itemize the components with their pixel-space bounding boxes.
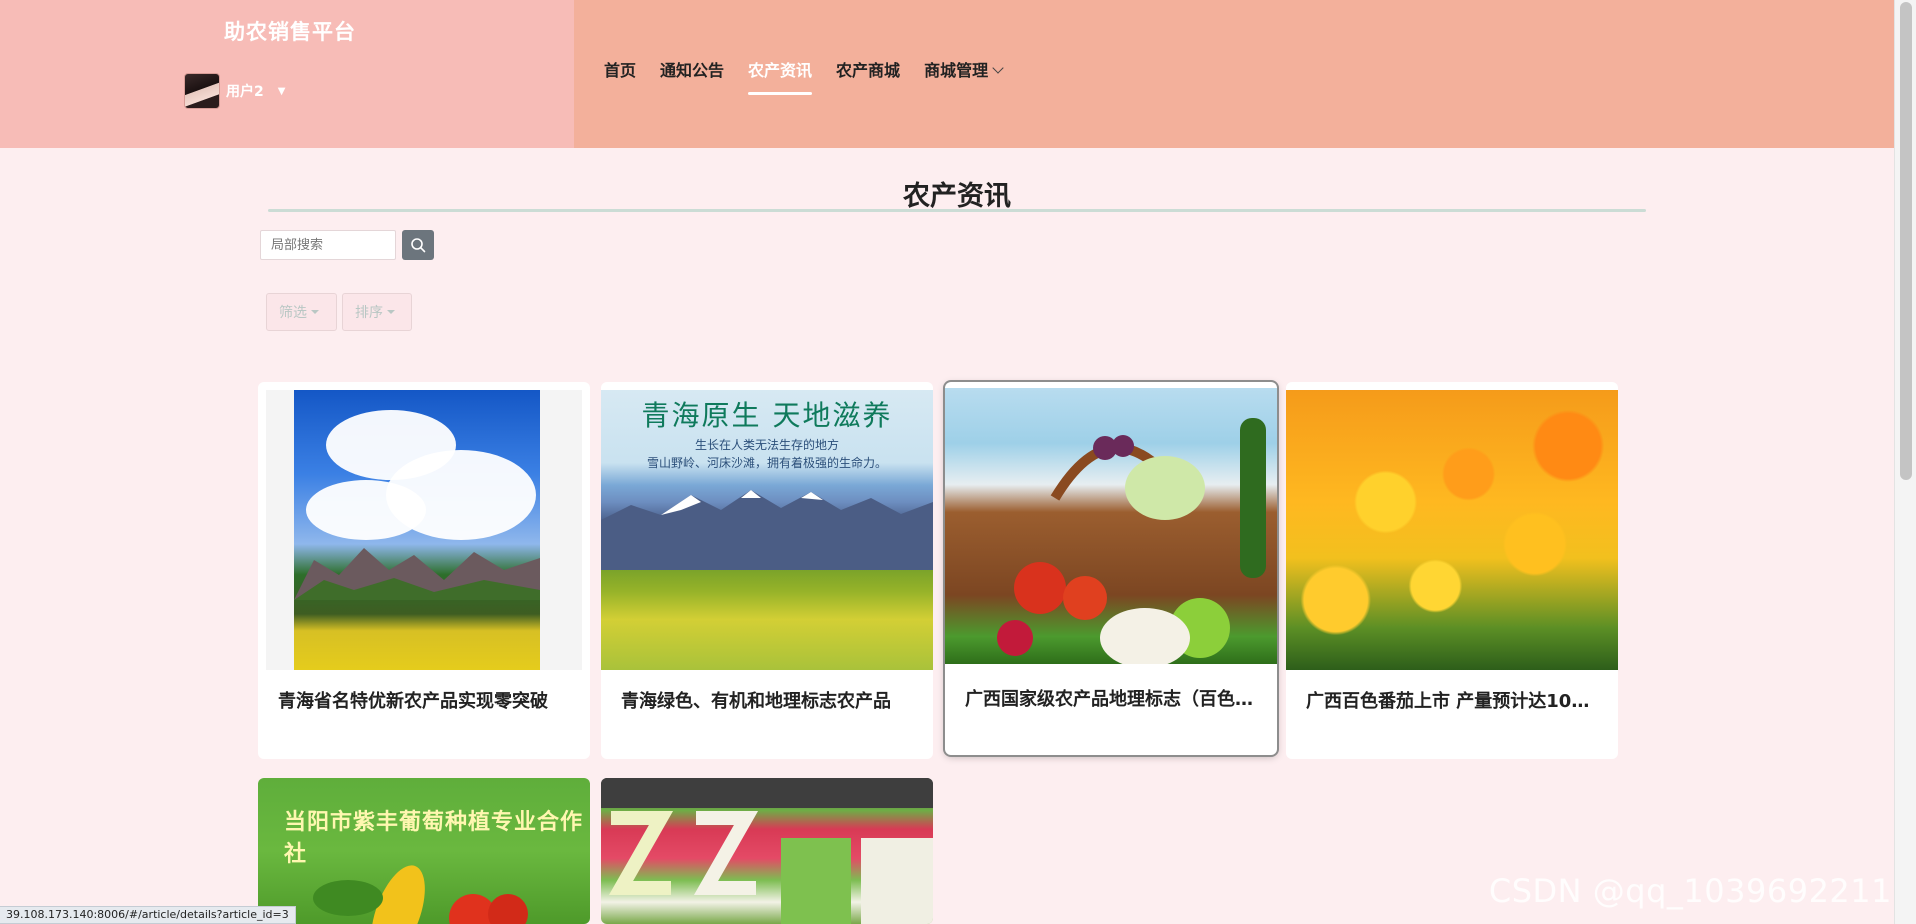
nav-farm-news-label: 农产资讯 <box>748 61 813 80</box>
nav-farm-news[interactable]: 农产资讯 <box>736 58 824 98</box>
avatar[interactable] <box>184 73 220 109</box>
search-icon <box>411 238 426 253</box>
sky-landscape-image <box>266 390 582 670</box>
site-brand[interactable]: 助农销售平台 <box>224 16 356 46</box>
news-card[interactable]: 广西百色番茄上市 产量预计达10万吨 <box>1286 382 1618 759</box>
nav-notices-label: 通知公告 <box>660 61 725 80</box>
nav-notices[interactable]: 通知公告 <box>648 58 736 98</box>
news-card-image: 当阳市紫丰葡萄种植专业合作社 <box>258 778 590 924</box>
news-card-title[interactable]: 广西百色番茄上市 产量预计达10万吨 <box>1306 687 1598 713</box>
title-divider <box>268 209 1646 212</box>
mountain-shape <box>294 548 540 600</box>
nav-farm-mall-label: 农产商城 <box>836 61 901 80</box>
user-name[interactable]: 用户2 <box>226 81 264 101</box>
news-card[interactable]: 当阳市紫丰葡萄种植专业合作社 <box>258 778 590 924</box>
qinghai-subline-1: 生长在人类无法生存的地方 <box>694 438 839 452</box>
news-card[interactable]: 青海原生 天地滋养 生长在人类无法生存的地方 雪山野岭、河床沙滩，拥有着极强的生… <box>601 382 933 759</box>
news-card-hovered[interactable]: 广西国家级农产品地理标志（百色芒果） <box>945 382 1277 755</box>
user-menu[interactable]: 用户2 ▼ <box>184 72 285 110</box>
page-scrollbar[interactable] <box>1894 0 1916 924</box>
nav-farm-mall[interactable]: 农产商城 <box>824 58 912 98</box>
news-card-title[interactable]: 广西国家级农产品地理标志（百色芒果） <box>965 685 1257 711</box>
news-card-title[interactable]: 青海绿色、有机和地理标志农产品 <box>621 687 913 713</box>
nav-mall-management[interactable]: 商城管理 <box>912 58 1014 98</box>
search-button[interactable] <box>402 230 434 260</box>
header-brand-area: 助农销售平台 用户2 ▼ <box>0 0 574 148</box>
chevron-down-icon <box>992 62 1004 74</box>
caret-down-icon <box>311 310 319 314</box>
nav-mall-management-label: 商城管理 <box>924 61 989 80</box>
news-card-image: 青海原生 天地滋养 生长在人类无法生存的地方 雪山野岭、河床沙滩，拥有着极强的生… <box>601 390 933 670</box>
caret-down-icon <box>387 310 395 314</box>
fruit-display-image <box>1286 390 1618 670</box>
sort-label: 排序 <box>355 305 383 321</box>
watermark: CSDN @qq_1039692211 <box>1488 872 1892 910</box>
news-card[interactable] <box>601 778 933 924</box>
filter-label: 筛选 <box>279 305 307 321</box>
news-card-image <box>258 390 590 670</box>
sort-dropdown[interactable]: 排序 <box>342 293 412 331</box>
browser-status-url: 39.108.173.140:8006/#/article/details?ar… <box>0 906 296 924</box>
nav-home[interactable]: 首页 <box>592 58 648 98</box>
page-title: 农产资讯 <box>903 181 1011 212</box>
nav-home-label: 首页 <box>604 61 637 80</box>
header-nav-area: 首页 通知公告 农产资讯 农产商城 商城管理 <box>574 0 1916 148</box>
vegetable-shape <box>313 865 528 924</box>
news-card-title[interactable]: 青海省名特优新农产品实现零突破 <box>278 687 570 713</box>
news-card-image <box>601 778 933 924</box>
filter-dropdown[interactable]: 筛选 <box>266 293 337 331</box>
scrollbar-thumb[interactable] <box>1900 2 1912 480</box>
news-card-image <box>945 388 1277 664</box>
basket-shape <box>997 418 1266 664</box>
search-input[interactable] <box>260 230 396 260</box>
mountain-shape <box>601 490 933 570</box>
top-header: 助农销售平台 用户2 ▼ 首页 通知公告 农产资讯 农产商城 商城管理 <box>0 0 1916 148</box>
produce-letters-shape <box>601 778 933 924</box>
qinghai-heading: 青海原生 天地滋养 <box>641 399 893 432</box>
main-nav: 首页 通知公告 农产资讯 农产商城 商城管理 <box>592 58 1014 98</box>
news-card[interactable]: 青海省名特优新农产品实现零突破 <box>258 382 590 759</box>
caret-down-icon[interactable]: ▼ <box>278 86 286 97</box>
news-card-image <box>1286 390 1618 670</box>
qinghai-subline-2: 雪山野岭、河床沙滩，拥有着极强的生命力。 <box>646 456 887 470</box>
